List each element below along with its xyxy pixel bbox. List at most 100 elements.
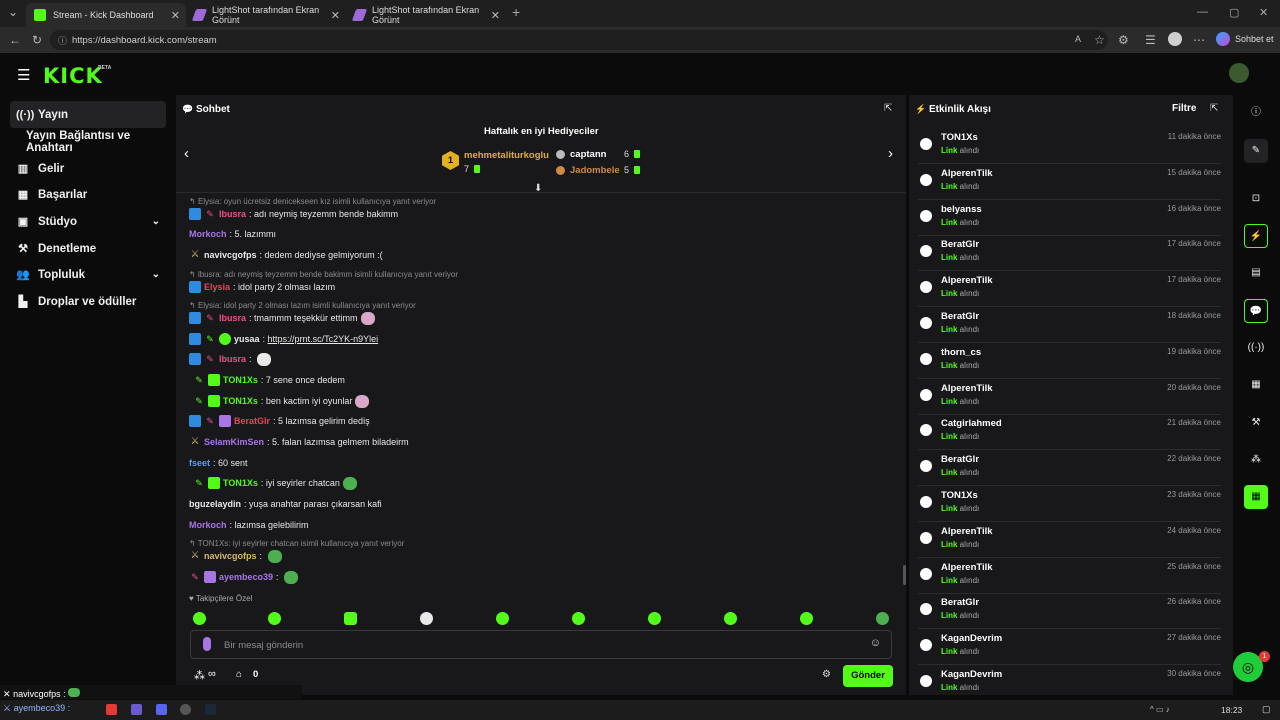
- notifications-icon[interactable]: ▢: [1262, 704, 1271, 715]
- activity-item[interactable]: AlperenTilk Link alındı 24 dakika önce: [918, 523, 1221, 558]
- tab-lightshot-2[interactable]: LightShot tarafından Ekran Görünt ✕: [346, 3, 506, 27]
- chat-username[interactable]: lbusra: [219, 209, 246, 219]
- chat-scrollbar[interactable]: [903, 565, 906, 585]
- activity-username[interactable]: BeratGlr: [941, 311, 979, 322]
- chat-username[interactable]: SelamKimSen: [204, 437, 264, 447]
- chat-username[interactable]: bguzelaydin: [189, 499, 241, 509]
- chat-message[interactable]: ✎ lbusra:: [189, 350, 272, 368]
- emote-icon[interactable]: [724, 612, 737, 625]
- activity-username[interactable]: BeratGlr: [941, 239, 979, 250]
- chat-message[interactable]: ✎ TON1Xs: 7 sene once dedem: [189, 371, 345, 389]
- chat-message[interactable]: ✎ lbusra: adı neymiş teyzemm bende bakim…: [189, 205, 398, 223]
- activity-username[interactable]: KaganDevrim: [941, 633, 1002, 644]
- tab-kick-dashboard[interactable]: Stream - Kick Dashboard ✕: [26, 3, 186, 27]
- chat-username[interactable]: ayembeco39: [219, 572, 273, 582]
- activity-item[interactable]: BeratGlr Link alındı 18 dakika önce: [918, 308, 1221, 343]
- gifter-name[interactable]: mehmetaliturkoglu: [464, 150, 549, 161]
- gifter-name[interactable]: Jadombele: [570, 165, 620, 176]
- microphone-icon[interactable]: [203, 637, 211, 651]
- clip-icon[interactable]: ▦: [1244, 485, 1268, 509]
- activity-item[interactable]: TON1Xs Link alındı 23 dakika önce: [918, 487, 1221, 522]
- chat-username[interactable]: navivcgofps: [204, 250, 257, 260]
- activity-item[interactable]: TON1Xs Link alındı 11 dakika önce: [918, 129, 1221, 164]
- close-icon[interactable]: ✕: [491, 9, 500, 22]
- chat-username[interactable]: yusaa: [234, 334, 260, 344]
- activity-item[interactable]: KaganDevrim Link alındı 30 dakika önce: [918, 666, 1221, 701]
- activity-username[interactable]: KaganDevrim: [941, 669, 1002, 680]
- chat-username[interactable]: Elysia: [204, 282, 230, 292]
- sidebar-item-basarilar[interactable]: ▦ Başarılar: [10, 181, 166, 208]
- emote-icon[interactable]: [496, 612, 509, 625]
- minimize-icon[interactable]: —: [1197, 6, 1208, 18]
- chat-message[interactable]: ✎ TON1Xs: iyi seyirler chatcan: [189, 474, 357, 492]
- chevron-right-icon[interactable]: ›: [888, 145, 893, 162]
- activity-username[interactable]: AlperenTilk: [941, 562, 993, 573]
- chat-username[interactable]: Morkoch: [189, 520, 227, 530]
- chat-message[interactable]: ⚔ navivcgofps: dedem dediyse gelmiyorum …: [189, 246, 383, 264]
- chat-username[interactable]: Morkoch: [189, 229, 227, 239]
- moderation-icon[interactable]: ⚒: [1244, 411, 1268, 435]
- activity-item[interactable]: AlperenTilk Link alındı 20 dakika önce: [918, 380, 1221, 415]
- chat-username[interactable]: TON1Xs: [223, 478, 258, 488]
- store-icon[interactable]: ⌂: [236, 669, 242, 680]
- gifter-name[interactable]: captann: [570, 149, 606, 160]
- screenshot-icon[interactable]: ⊡: [1244, 187, 1268, 211]
- back-icon[interactable]: ←: [9, 33, 21, 47]
- chat-username[interactable]: lbusra: [219, 354, 246, 364]
- chat-username[interactable]: lbusra: [219, 313, 246, 323]
- popout-icon[interactable]: ⇱: [884, 103, 892, 114]
- extensions-icon[interactable]: ⚙: [1118, 33, 1129, 47]
- chat-link[interactable]: https://prnt.sc/Tc2YK-n9Ylei: [268, 334, 379, 344]
- sidebar-item-studyo[interactable]: ▣ Stüdyo ⌄: [10, 208, 166, 235]
- activity-username[interactable]: BeratGlr: [941, 597, 979, 608]
- chat-message[interactable]: ✎ TON1Xs: ben kactim iyi oyunlar: [189, 392, 370, 410]
- edit-icon[interactable]: ✎: [1244, 139, 1268, 163]
- chat-message[interactable]: ✎ lbusra: tmammm teşekkür ettimm: [189, 309, 375, 327]
- activity-item[interactable]: thorn_cs Link alındı 19 dakika önce: [918, 344, 1221, 379]
- chat-username[interactable]: BeratGlr: [234, 416, 270, 426]
- activity-username[interactable]: belyanss: [941, 204, 982, 215]
- activity-username[interactable]: BeratGlr: [941, 454, 979, 465]
- steam-icon[interactable]: [205, 704, 216, 715]
- close-icon[interactable]: ✕: [331, 9, 340, 22]
- favorite-star-icon[interactable]: ☆: [1094, 33, 1105, 47]
- activity-username[interactable]: Catgirlahmed: [941, 418, 1002, 429]
- reload-icon[interactable]: ↻: [32, 33, 42, 47]
- sidebar-item-denetleme[interactable]: ⚒ Denetleme: [10, 235, 166, 262]
- activity-item[interactable]: AlperenTilk Link alındı 15 dakika önce: [918, 165, 1221, 200]
- activity-username[interactable]: AlperenTilk: [941, 168, 993, 179]
- emote-icon[interactable]: [572, 612, 585, 625]
- kick-points-icon[interactable]: ⁂: [194, 669, 205, 682]
- chat-username[interactable]: navivcgofps: [204, 551, 257, 561]
- notes-icon[interactable]: ▤: [1244, 261, 1268, 285]
- activity-item[interactable]: Catgirlahmed Link alındı 21 dakika önce: [918, 415, 1221, 451]
- tab-list-icon[interactable]: ⌄: [8, 5, 18, 19]
- chat-message[interactable]: ⚔ SelamKimSen: 5. falan lazımsa gelmem b…: [189, 433, 409, 451]
- maximize-icon[interactable]: ▢: [1229, 6, 1239, 19]
- activity-item[interactable]: BeratGlr Link alındı 26 dakika önce: [918, 594, 1221, 630]
- tab-lightshot-1[interactable]: LightShot tarafından Ekran Görünt ✕: [186, 3, 346, 27]
- chat-username[interactable]: TON1Xs: [223, 396, 258, 406]
- chat-message[interactable]: ✎ ayembeco39:: [189, 568, 299, 586]
- emote-icon[interactable]: [268, 612, 281, 625]
- chat-message[interactable]: ✎ BeratGlr: 5 lazımsa gelirim dediş: [189, 412, 370, 430]
- chevron-left-icon[interactable]: ‹: [184, 145, 189, 162]
- popout-icon[interactable]: ⇱: [1210, 103, 1218, 114]
- video-queue-icon[interactable]: ▦: [1244, 373, 1268, 397]
- close-icon[interactable]: ✕: [171, 9, 180, 22]
- broadcast-icon[interactable]: ((·)): [1244, 336, 1268, 360]
- send-button[interactable]: Gönder: [843, 665, 893, 687]
- chat-message-input[interactable]: Bir mesaj gönderin ☺: [190, 630, 892, 659]
- window-close-icon[interactable]: ✕: [1259, 6, 1268, 19]
- taskbar-app-icon[interactable]: [106, 704, 117, 715]
- site-info-icon[interactable]: ⓘ: [58, 34, 67, 47]
- sidebar-item-gelir[interactable]: ▥ Gelir: [10, 155, 166, 182]
- collections-icon[interactable]: ☰: [1145, 33, 1156, 47]
- activity-item[interactable]: AlperenTilk Link alındı 17 dakika önce: [918, 272, 1221, 308]
- activity-item[interactable]: BeratGlr Link alındı 22 dakika önce: [918, 451, 1221, 487]
- activity-username[interactable]: AlperenTilk: [941, 275, 993, 286]
- hamburger-menu-icon[interactable]: ☰: [17, 66, 30, 84]
- profile-avatar-icon[interactable]: [1168, 32, 1182, 46]
- emote-icon[interactable]: [420, 612, 433, 625]
- chat-message[interactable]: bguzelaydin: yuşa anahtar parası çıkarsa…: [189, 495, 382, 513]
